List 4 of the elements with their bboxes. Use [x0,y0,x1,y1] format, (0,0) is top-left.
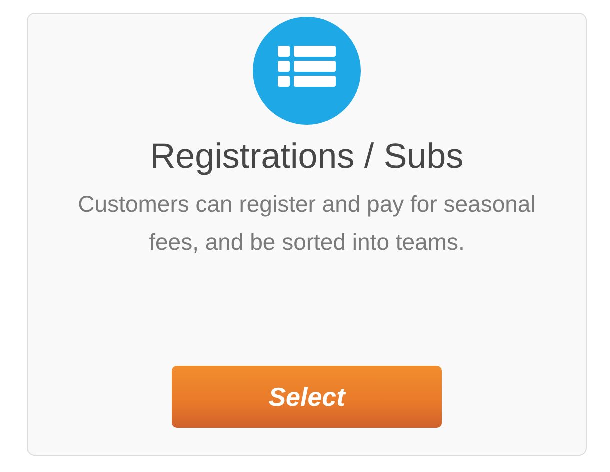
card-title: Registrations / Subs [150,137,464,177]
list-icon [253,17,361,125]
card-description: Customers can register and pay for seasonal fees, and be sorted into teams. [77,190,537,257]
select-button[interactable]: Select [172,366,442,428]
